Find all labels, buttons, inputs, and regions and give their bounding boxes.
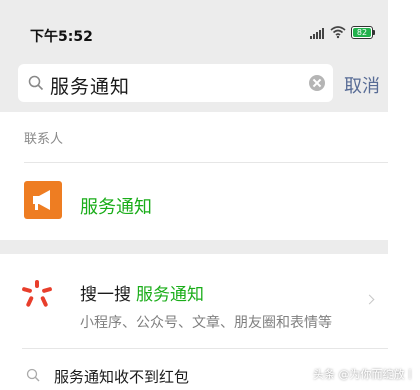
sousou-subtitle: 小程序、公众号、文章、朋友圈和表情等	[80, 315, 332, 331]
cancel-button[interactable]: 取消	[344, 72, 380, 98]
sousou-icon	[22, 280, 52, 307]
section-separator	[0, 240, 388, 254]
battery-icon: 82	[351, 26, 375, 39]
battery-level: 82	[353, 28, 371, 37]
search-screen: 下午5:52 82 服务通知 取消 联系人 服务通知 搜一搜 服务通知 小程序、…	[0, 0, 388, 390]
sousou-search-item[interactable]: 搜一搜 服务通知 小程序、公众号、文章、朋友圈和表情等	[0, 262, 388, 342]
search-icon	[28, 75, 44, 91]
megaphone-icon	[33, 190, 50, 210]
divider	[22, 348, 388, 349]
contact-name: 服务通知	[80, 197, 152, 218]
status-bar: 下午5:52 82	[0, 18, 388, 50]
status-time: 下午5:52	[30, 29, 93, 45]
watermark: 头条 @为你而绽放丨	[313, 368, 416, 381]
chevron-right-icon	[364, 294, 375, 305]
clear-icon[interactable]	[309, 75, 325, 91]
sousou-title: 搜一搜	[80, 285, 131, 305]
search-icon	[26, 368, 40, 382]
wifi-icon	[330, 26, 346, 39]
contact-item[interactable]: 服务通知	[0, 175, 388, 239]
sousou-keyword: 服务通知	[136, 285, 204, 305]
avatar	[24, 181, 62, 219]
section-label-contacts: 联系人	[24, 132, 64, 147]
divider	[24, 162, 388, 163]
suggestion-text: 服务通知收不到红包	[54, 368, 190, 386]
search-input[interactable]: 服务通知	[18, 64, 333, 102]
search-query[interactable]: 服务通知	[50, 72, 130, 99]
signal-icon	[310, 27, 324, 39]
